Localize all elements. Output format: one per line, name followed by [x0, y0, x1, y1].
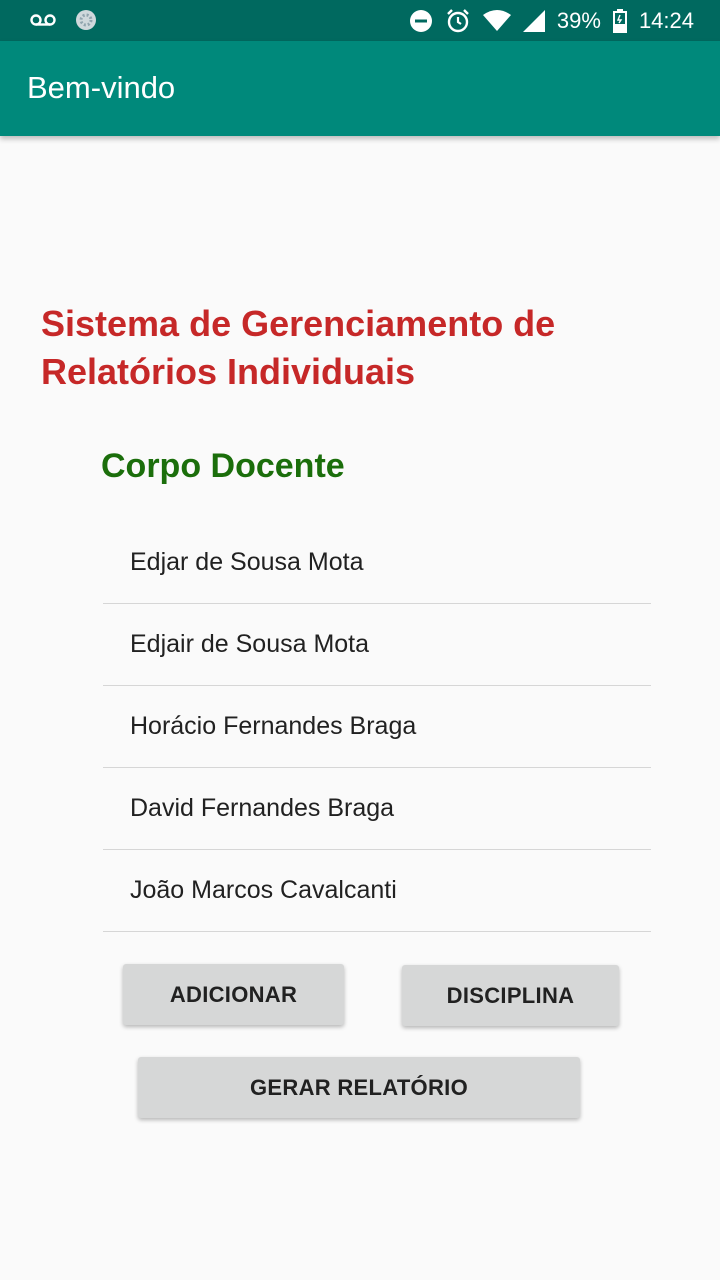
battery-percent: 39%: [556, 7, 601, 33]
wifi-icon: [482, 9, 511, 32]
voicemail-icon: [30, 13, 56, 27]
discipline-button[interactable]: DISCIPLINA: [402, 965, 619, 1026]
teacher-list-item[interactable]: Edjar de Sousa Mota: [103, 522, 651, 604]
teacher-list-item[interactable]: Edjair de Sousa Mota: [103, 604, 651, 686]
add-button[interactable]: ADICIONAR: [123, 964, 344, 1025]
do-not-disturb-icon: [409, 9, 433, 33]
teacher-list-item[interactable]: David Fernandes Braga: [103, 768, 651, 850]
clock: 14:24: [638, 7, 694, 33]
status-bar: 39% 14:24: [0, 0, 720, 41]
teacher-list-item[interactable]: Horácio Fernandes Braga: [103, 686, 651, 768]
signal-icon: [522, 9, 545, 32]
app-bar-title: Bem-vindo: [27, 70, 176, 105]
page-headline: Sistema de Gerenciamento de Relatórios I…: [41, 303, 556, 392]
generate-report-button[interactable]: GERAR RELATÓRIO: [138, 1057, 580, 1118]
teacher-list: Edjar de Sousa Mota Edjair de Sousa Mota…: [103, 522, 651, 932]
teacher-list-item[interactable]: João Marcos Cavalcanti: [103, 850, 651, 932]
section-title: Corpo Docente: [101, 447, 345, 485]
alarm-icon: [445, 8, 471, 34]
battery-icon: [612, 8, 627, 33]
app-notification-icon: [74, 8, 98, 32]
app-bar: Bem-vindo: [0, 41, 720, 136]
